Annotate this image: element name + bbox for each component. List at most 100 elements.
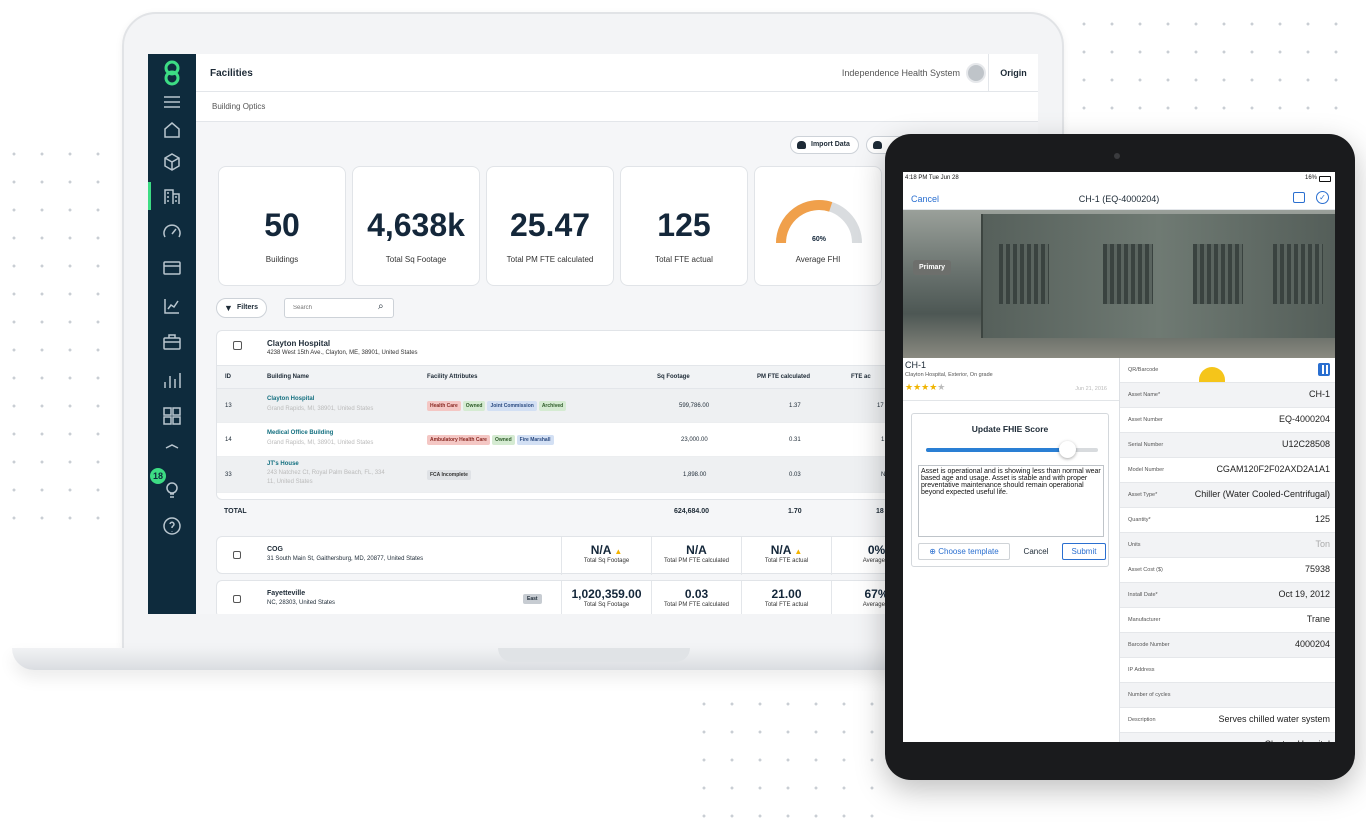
- card-icon[interactable]: [162, 258, 182, 278]
- cell-building-name[interactable]: Medical Office Building: [267, 430, 333, 436]
- field-value[interactable]: 4000204: [1295, 639, 1330, 649]
- column-header[interactable]: ID: [225, 374, 231, 380]
- hamburger-menu-icon[interactable]: [162, 92, 182, 112]
- field-row[interactable]: Number of cycles: [1120, 683, 1335, 708]
- star-rating[interactable]: ★★★★★: [905, 382, 945, 393]
- group-address: 4238 West 15th Ave., Clayton, ME, 38901,…: [267, 350, 418, 356]
- slider-knob[interactable]: [1059, 441, 1077, 458]
- bar-chart-icon[interactable]: [162, 370, 182, 390]
- field-label: Manufacturer: [1128, 617, 1161, 623]
- field-row[interactable]: Description Serves chilled water system: [1120, 708, 1335, 733]
- cell-building-name[interactable]: JT's House: [267, 461, 299, 467]
- cube-icon[interactable]: [162, 152, 182, 172]
- field-value[interactable]: Serves chilled water system: [1218, 714, 1330, 724]
- star-empty: ★: [937, 382, 946, 392]
- field-row[interactable]: Asset Cost ($) 75938: [1120, 558, 1335, 583]
- expand-toggle[interactable]: [233, 595, 241, 603]
- field-row[interactable]: Asset Number EQ-4000204: [1120, 408, 1335, 433]
- stat-label: Total FTE actual: [655, 255, 713, 264]
- status-time: 4:18 PM Tue Jun 28: [905, 175, 959, 181]
- home-icon[interactable]: [162, 120, 182, 140]
- field-row[interactable]: Units Ton: [1120, 533, 1335, 558]
- fhie-dialog: Update FHIE Score Asset is operational a…: [911, 413, 1109, 567]
- field-value[interactable]: Oct 19, 2012: [1278, 589, 1330, 599]
- funnel-icon: ▼: [224, 303, 233, 313]
- field-label: Barcode Number: [1128, 642, 1170, 648]
- submit-button[interactable]: Submit: [1062, 543, 1106, 560]
- field-value[interactable]: 125: [1315, 514, 1330, 524]
- lightbulb-icon[interactable]: [162, 480, 182, 500]
- dialog-cancel-button[interactable]: Cancel: [1014, 543, 1058, 560]
- field-value[interactable]: Ton: [1315, 539, 1330, 549]
- help-icon[interactable]: [162, 516, 182, 536]
- sidebar: 18: [148, 54, 196, 614]
- tablet-nav-bar: Cancel CH-1 (EQ-4000204) ✓: [903, 186, 1335, 210]
- field-value[interactable]: Clayton Hospital: [1264, 739, 1330, 742]
- import-data-button[interactable]: Import Data: [790, 136, 859, 154]
- expand-toggle[interactable]: [233, 551, 241, 559]
- metric-value: N/A: [686, 543, 707, 557]
- gauge-icon[interactable]: [162, 222, 182, 242]
- field-row[interactable]: QR/Barcode: [1120, 358, 1335, 383]
- avatar[interactable]: [966, 63, 986, 83]
- fhie-comment-field[interactable]: Asset is operational and is showing less…: [918, 465, 1104, 537]
- field-value[interactable]: EQ-4000204: [1279, 414, 1330, 424]
- stat-card-fte-actual: 125 Total FTE actual: [620, 166, 748, 286]
- field-value[interactable]: 75938: [1305, 564, 1330, 574]
- group-name: Fayetteville: [267, 590, 306, 597]
- field-label: IP Address: [1128, 667, 1155, 673]
- asset-title: CH-1 (EQ-4000204): [1078, 194, 1160, 204]
- fhi-gauge: 60%: [776, 200, 862, 244]
- asset-summary: CH-1 Clayton Hospital, Exterior, On grad…: [903, 358, 1119, 742]
- choose-template-button[interactable]: ⊕ Choose template: [918, 543, 1010, 560]
- chevron-up-icon[interactable]: [162, 436, 182, 456]
- field-label: QR/Barcode: [1128, 367, 1159, 373]
- layout-icon[interactable]: [162, 406, 182, 426]
- field-row[interactable]: Manufacturer Trane: [1120, 608, 1335, 633]
- page-title: Facilities: [210, 68, 253, 79]
- qr-code-icon[interactable]: [1318, 363, 1330, 376]
- field-row[interactable]: Asset Type* Chiller (Water Cooled-Centrif…: [1120, 483, 1335, 508]
- asset-photo[interactable]: Primary: [903, 210, 1335, 393]
- cell-building-name[interactable]: Clayton Hospital: [267, 396, 314, 402]
- decor-dots: [690, 690, 890, 820]
- field-value[interactable]: CGAM120F2F02AXD2A1A1: [1216, 464, 1330, 474]
- collapse-toggle[interactable]: [233, 341, 242, 350]
- organization-name[interactable]: Independence Health System: [842, 68, 960, 78]
- field-value[interactable]: Trane: [1307, 614, 1330, 624]
- field-value[interactable]: Chiller (Water Cooled-Centrifugal): [1195, 489, 1330, 499]
- field-row[interactable]: Quantity* 125: [1120, 508, 1335, 533]
- star-filled: ★★★★: [905, 382, 938, 392]
- briefcase-icon[interactable]: [162, 332, 182, 352]
- column-header[interactable]: FTE ac: [851, 374, 871, 380]
- column-header[interactable]: PM FTE calculated: [757, 374, 810, 380]
- check-circle-icon[interactable]: ✓: [1316, 191, 1329, 204]
- field-row[interactable]: IP Address: [1120, 658, 1335, 683]
- breadcrumb-item[interactable]: Building Optics: [212, 102, 265, 111]
- buildings-icon[interactable]: [162, 186, 182, 206]
- warning-icon: ▲: [614, 547, 623, 556]
- metric-value: 1,020,359.00: [571, 587, 642, 601]
- group-address: 31 South Main St, Gaithersburg, MD, 2087…: [267, 556, 424, 562]
- field-row[interactable]: Install Date* Oct 19, 2012: [1120, 583, 1335, 608]
- field-value[interactable]: CH-1: [1309, 389, 1330, 399]
- filters-button[interactable]: ▼ Filters: [216, 298, 268, 318]
- field-label: Model Number: [1128, 467, 1165, 473]
- search-icon[interactable]: ⌕: [378, 301, 384, 312]
- tag: Archived: [538, 401, 567, 411]
- field-row[interactable]: Asset Name* CH-1: [1120, 383, 1335, 408]
- column-header[interactable]: Building Name: [267, 374, 309, 380]
- fhie-score-slider[interactable]: [926, 441, 1098, 458]
- field-value[interactable]: U12C28508: [1282, 439, 1330, 449]
- field-row[interactable]: Model Number CGAM120F2F02AXD2A1A1: [1120, 458, 1335, 483]
- mail-icon[interactable]: [1293, 192, 1305, 203]
- field-label: Number of cycles: [1128, 692, 1171, 698]
- origin-button[interactable]: Origin: [988, 54, 1038, 92]
- column-header[interactable]: Facility Attributes: [427, 374, 477, 380]
- field-row[interactable]: Location*Clayton Hospital: [1120, 733, 1335, 742]
- field-row[interactable]: Barcode Number 4000204: [1120, 633, 1335, 658]
- chart-icon[interactable]: [162, 296, 182, 316]
- field-row[interactable]: Serial Number U12C28508: [1120, 433, 1335, 458]
- column-header[interactable]: Sq Footage: [657, 374, 690, 380]
- unit-grill: [1273, 244, 1323, 304]
